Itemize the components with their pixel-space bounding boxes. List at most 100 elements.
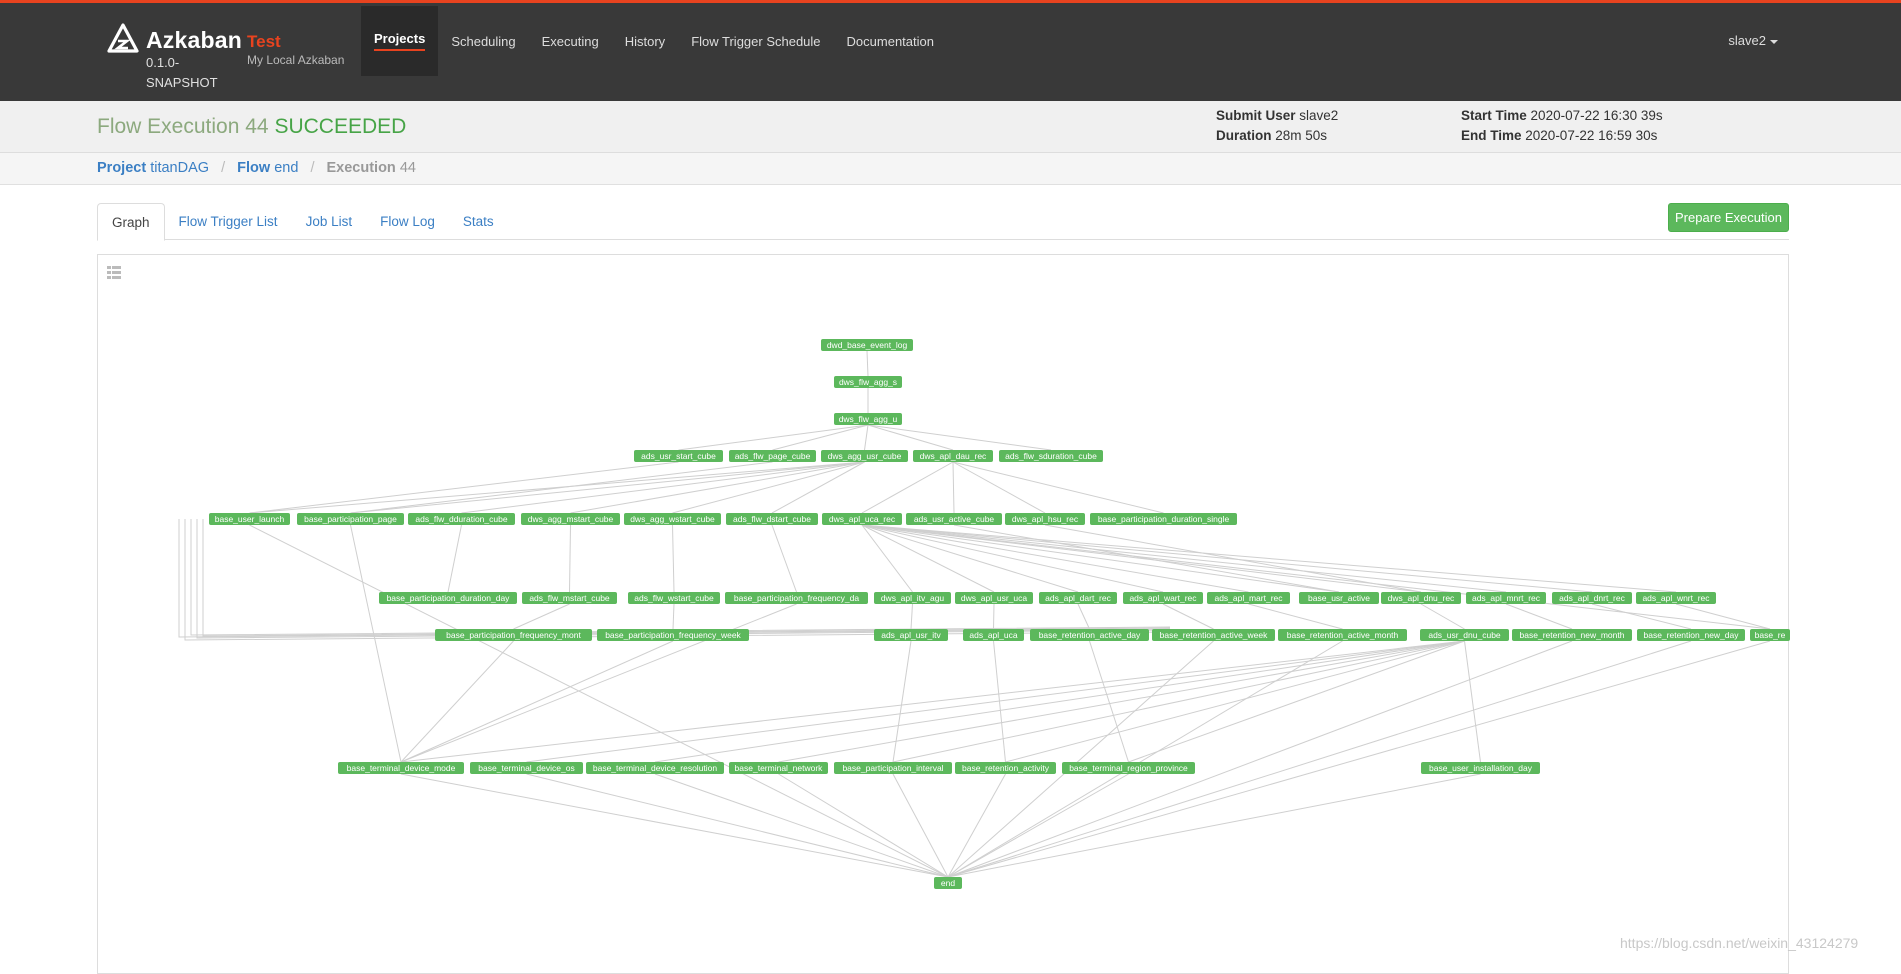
dag-node-label: base_retention_active_week	[1160, 630, 1268, 640]
dag-node-base-terminal-device-os[interactable]: base_terminal_device_os	[470, 762, 583, 774]
dag-node-base-terminal-network[interactable]: base_terminal_network	[729, 762, 828, 774]
dag-edge	[892, 773, 949, 878]
dag-node-ads-usr-start-cube[interactable]: ads_usr_start_cube	[634, 450, 723, 462]
dag-node-base-participation-frequency-mont[interactable]: base_participation_frequency_mont	[435, 629, 592, 641]
dag-edge	[513, 603, 570, 630]
dag-node-ads-apl-usr-itv[interactable]: ads_apl_usr_itv	[874, 629, 948, 641]
dag-node-ads-apl-wnrt-rec[interactable]: ads_apl_wnrt_rec	[1636, 592, 1716, 604]
dag-node-dws-apl-itv-agu[interactable]: dws_apl_itv_agu	[874, 592, 951, 604]
dag-node-dws-flw-agg-u[interactable]: dws_flw_agg_u	[834, 413, 902, 425]
dag-edge	[952, 461, 1164, 514]
dag-node-label: base_retention_activity	[962, 763, 1050, 773]
dag-edge	[947, 640, 1343, 878]
dag-edge	[947, 640, 1573, 878]
dag-edge	[672, 524, 675, 593]
dag-node-ads-apl-dart-rec[interactable]: ads_apl_dart_rec	[1039, 592, 1117, 604]
dag-edge	[654, 773, 949, 878]
dag-node-base-terminal-region-province[interactable]: base_terminal_region_province	[1062, 762, 1195, 774]
dag-edge	[1162, 603, 1214, 630]
dag-node-ads-apl-mnrt-rec[interactable]: ads_apl_mnrt_rec	[1466, 592, 1546, 604]
dag-node-ads-apl-wart-rec[interactable]: ads_apl_wart_rec	[1123, 592, 1203, 604]
dag-node-label: dws_flw_agg_s	[839, 377, 897, 387]
dag-node-base-terminal-device-resolution[interactable]: base_terminal_device_resolution	[586, 762, 724, 774]
dag-node-base-participation-frequency-week[interactable]: base_participation_frequency_week	[597, 629, 749, 641]
dag-node-base-participation-duration-single[interactable]: base_participation_duration_single	[1090, 513, 1237, 525]
dag-edge	[249, 524, 949, 878]
dag-node-ads-apl-mart-rec[interactable]: ads_apl_mart_rec	[1207, 592, 1290, 604]
dag-node-ads-usr-active-cube[interactable]: ads_usr_active_cube	[906, 513, 1002, 525]
dag-node-base-retention-active-week[interactable]: base_retention_active_week	[1152, 629, 1275, 641]
dag-node-dws-flw-agg-s[interactable]: dws_flw_agg_s	[834, 376, 902, 388]
dag-edge	[569, 524, 571, 593]
dag-edge	[400, 640, 1465, 763]
dag-edge	[947, 640, 1214, 878]
dag-node-label: base_participation_frequency_week	[605, 630, 741, 640]
dag-node-base-re[interactable]: base_re	[1750, 629, 1790, 641]
dag-node-label: ads_apl_dnrt_rec	[1559, 593, 1625, 603]
dag-node-label: base_user_launch	[215, 514, 285, 524]
dag-node-base-retention-active-day[interactable]: base_retention_active_day	[1030, 629, 1149, 641]
dag-node-ads-flw-mstart-cube[interactable]: ads_flw_mstart_cube	[522, 592, 617, 604]
dag-node-base-terminal-device-mode[interactable]: base_terminal_device_mode	[338, 762, 464, 774]
dag-edge	[1505, 603, 1573, 630]
dag-node-label: dws_apl_dau_rec	[920, 451, 987, 461]
dag-node-label: dws_agg_wstart_cube	[630, 514, 715, 524]
dag-edge	[1248, 603, 1343, 630]
dag-node-base-participation-interval[interactable]: base_participation_interval	[834, 762, 952, 774]
dag-node-ads-flw-wstart-cube[interactable]: ads_flw_wstart_cube	[628, 592, 720, 604]
dag-node-base-retention-new-day[interactable]: base_retention_new_day	[1637, 629, 1745, 641]
dag-node-label: base_terminal_device_mode	[347, 763, 456, 773]
dag-node-label: ads_flw_dduration_cube	[415, 514, 507, 524]
dag-node-ads-flw-page-cube[interactable]: ads_flw_page_cube	[729, 450, 816, 462]
dag-node-label: base_participation_interval	[842, 763, 943, 773]
dag-edge	[861, 524, 1771, 630]
dag-node-ads-usr-dnu-cube[interactable]: ads_usr_dnu_cube	[1420, 629, 1509, 641]
dag-node-base-user-launch[interactable]: base_user_launch	[209, 513, 290, 525]
dag-node-ads-apl-uca[interactable]: ads_apl_uca	[963, 629, 1024, 641]
dag-node-dws-agg-wstart-cube[interactable]: dws_agg_wstart_cube	[624, 513, 721, 525]
dag-node-dws-apl-hsu-rec[interactable]: dws_apl_hsu_rec	[1005, 513, 1085, 525]
dag-node-label: ads_usr_start_cube	[641, 451, 716, 461]
dag-node-dws-apl-dau-rec[interactable]: dws_apl_dau_rec	[913, 450, 993, 462]
dag-node-ads-flw-sduration-cube[interactable]: ads_flw_sduration_cube	[999, 450, 1103, 462]
dag-node-label: base_participation_duration_day	[387, 593, 511, 603]
dag-node-label: base_retention_active_month	[1287, 630, 1399, 640]
dag-node-base-participation-frequency-da[interactable]: base_participation_frequency_da	[725, 592, 868, 604]
dag-node-base-participation-page[interactable]: base_participation_page	[297, 513, 404, 525]
dag-edge	[400, 603, 797, 763]
dag-edge	[678, 424, 869, 451]
dag-node-label: ads_flw_dstart_cube	[733, 514, 811, 524]
dag-edge	[1675, 603, 1771, 630]
dag-node-base-user-installation-day[interactable]: base_user_installation_day	[1421, 762, 1540, 774]
dag-edge	[350, 461, 865, 514]
dag-node-label: ads_usr_active_cube	[914, 514, 995, 524]
flow-dag-graph: dwd_base_event_log dws_flw_agg_s dws_flw_a…	[178, 339, 1790, 889]
dag-node-dws-apl-uca-rec[interactable]: dws_apl_uca_rec	[822, 513, 902, 525]
dag-node-dws-apl-usr-uca[interactable]: dws_apl_usr_uca	[955, 592, 1033, 604]
dag-node-base-retention-activity[interactable]: base_retention_activity	[955, 762, 1056, 774]
dag-edge	[993, 603, 995, 630]
dag-node-ads-apl-dnrt-rec[interactable]: ads_apl_dnrt_rec	[1552, 592, 1632, 604]
dag-edge	[947, 773, 1481, 878]
dag-edge	[947, 640, 1692, 878]
dag-edge	[447, 524, 462, 593]
dag-edge	[1420, 603, 1465, 630]
dag-edge	[952, 461, 1046, 514]
dag-node-dws-agg-mstart-cube[interactable]: dws_agg_mstart_cube	[521, 513, 620, 525]
dag-node-base-retention-active-month[interactable]: base_retention_active_month	[1278, 629, 1407, 641]
dag-edge	[350, 524, 402, 763]
dag-node-label: base_terminal_device_os	[478, 763, 574, 773]
dag-node-base-usr-active[interactable]: base_usr_active	[1299, 592, 1379, 604]
dag-node-label: base_terminal_region_province	[1069, 763, 1188, 773]
dag-node-label: dws_apl_usr_uca	[961, 593, 1027, 603]
dag-node-ads-flw-dstart-cube[interactable]: ads_flw_dstart_cube	[726, 513, 818, 525]
dag-node-label: dws_apl_dnu_rec	[1388, 593, 1455, 603]
dag-nodes: dwd_base_event_log dws_flw_agg_s dws_flw_a…	[209, 339, 1790, 889]
dag-node-base-participation-duration-day[interactable]: base_participation_duration_day	[379, 592, 517, 604]
dag-node-dws-agg-usr-cube[interactable]: dws_agg_usr_cube	[821, 450, 908, 462]
dag-node-dwd-base-event-log[interactable]: dwd_base_event_log	[821, 339, 913, 351]
dag-node-ads-flw-dduration-cube[interactable]: ads_flw_dduration_cube	[408, 513, 515, 525]
dag-node-end[interactable]: end	[934, 877, 962, 889]
dag-node-dws-apl-dnu-rec[interactable]: dws_apl_dnu_rec	[1381, 592, 1461, 604]
dag-node-base-retention-new-month[interactable]: base_retention_new_month	[1512, 629, 1632, 641]
